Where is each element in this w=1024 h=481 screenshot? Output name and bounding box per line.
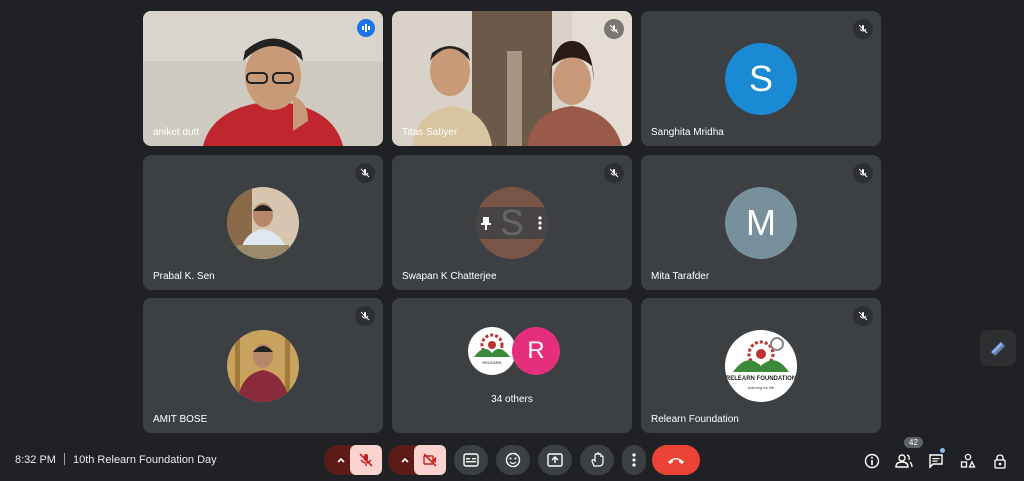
more-options-button[interactable] [622,445,646,475]
mic-off-icon [853,19,873,39]
tile-hover-controls [468,207,556,239]
participant-name: aniket dutt [153,127,200,138]
tile-titas-satiyer[interactable]: Titas Satiyer [392,11,632,146]
raise-hand-icon [591,452,604,467]
mic-off-icon [604,163,624,183]
avatar: M [725,186,797,259]
chevron-up-icon [401,457,409,463]
emoji-icon [505,452,521,468]
participant-name: Mita Tarafder [651,271,710,282]
tile-sanghita-mridha[interactable]: S Sanghita Mridha [641,11,881,146]
meeting-info: 8:32 PM 10th Relearn Foundation Day [15,453,217,466]
avatar: S [725,42,797,115]
avatar [227,329,299,402]
mic-toggle-button[interactable] [350,445,382,475]
present-icon [547,453,563,467]
chevron-up-icon [337,457,345,463]
participant-name: AMIT BOSE [153,414,208,425]
participant-name: Relearn Foundation [651,414,739,425]
mic-off-icon [355,306,375,326]
pin-icon[interactable] [478,215,494,231]
emoji-button[interactable] [496,445,530,475]
divider [63,453,65,465]
relearn-logo: RELEARN FOUNDATION learning for life [725,329,797,402]
participant-name: Sanghita Mridha [651,127,724,138]
others-count-label: 34 others [491,394,533,405]
info-icon [864,453,880,469]
call-end-icon [668,458,684,464]
host-controls-icon [994,454,1006,469]
tile-others[interactable]: RELEARN R 34 others [392,298,632,433]
svg-text:RELEARN: RELEARN [483,360,502,365]
control-bar: 8:32 PM 10th Relearn Foundation Day 42 [0,437,1024,481]
raise-hand-button[interactable] [580,445,614,475]
mic-off-icon [355,163,375,183]
speaking-indicator-icon [357,19,375,37]
camera-off-icon [423,453,437,467]
tile-relearn-foundation[interactable]: RELEARN FOUNDATION learning for life Rel… [641,298,881,433]
logo-subtext: learning for life [747,384,775,390]
chat-button[interactable] [927,452,945,470]
tile-aniket-dutt[interactable]: aniket dutt [143,11,383,146]
more-vert-icon [632,453,636,467]
leave-call-button[interactable] [652,445,700,475]
people-count-badge: 42 [904,437,923,448]
tile-amit-bose[interactable]: AMIT BOSE [143,298,383,433]
companion-icon [991,342,1005,356]
participant-name: Swapan K Chatterjee [402,271,497,282]
avatar: R [512,327,560,375]
avatar [227,186,299,259]
camera-toggle-button[interactable] [414,445,446,475]
activities-icon [960,453,976,468]
companion-side-button[interactable] [980,330,1016,366]
tile-prabal-k-sen[interactable]: Prabal K. Sen [143,155,383,290]
more-vert-icon[interactable] [532,215,548,231]
mic-off-icon [359,453,373,467]
activities-button[interactable] [959,452,977,470]
host-controls-button[interactable] [991,452,1009,470]
meeting-title: 10th Relearn Foundation Day [72,454,217,466]
participant-name: Prabal K. Sen [153,271,215,282]
mic-off-icon [853,306,873,326]
chat-icon [929,454,943,469]
tile-swapan-k-chatterjee[interactable]: S Swapan K Chatterjee [392,155,632,290]
present-button[interactable] [538,445,572,475]
participant-name: Titas Satiyer [402,127,458,138]
tile-mita-tarafder[interactable]: M Mita Tarafder [641,155,881,290]
captions-icon [463,453,479,467]
mic-off-icon [604,19,624,39]
mic-off-icon [853,163,873,183]
captions-button[interactable] [454,445,488,475]
logo-text: RELEARN FOUNDATION [725,375,797,382]
meeting-time: 8:32 PM [15,454,56,466]
video-feed [143,11,383,146]
group-logo-avatar: RELEARN [468,327,516,375]
video-feed [392,11,632,146]
people-button[interactable] [895,452,913,470]
info-button[interactable] [863,452,881,470]
people-icon [895,454,913,468]
